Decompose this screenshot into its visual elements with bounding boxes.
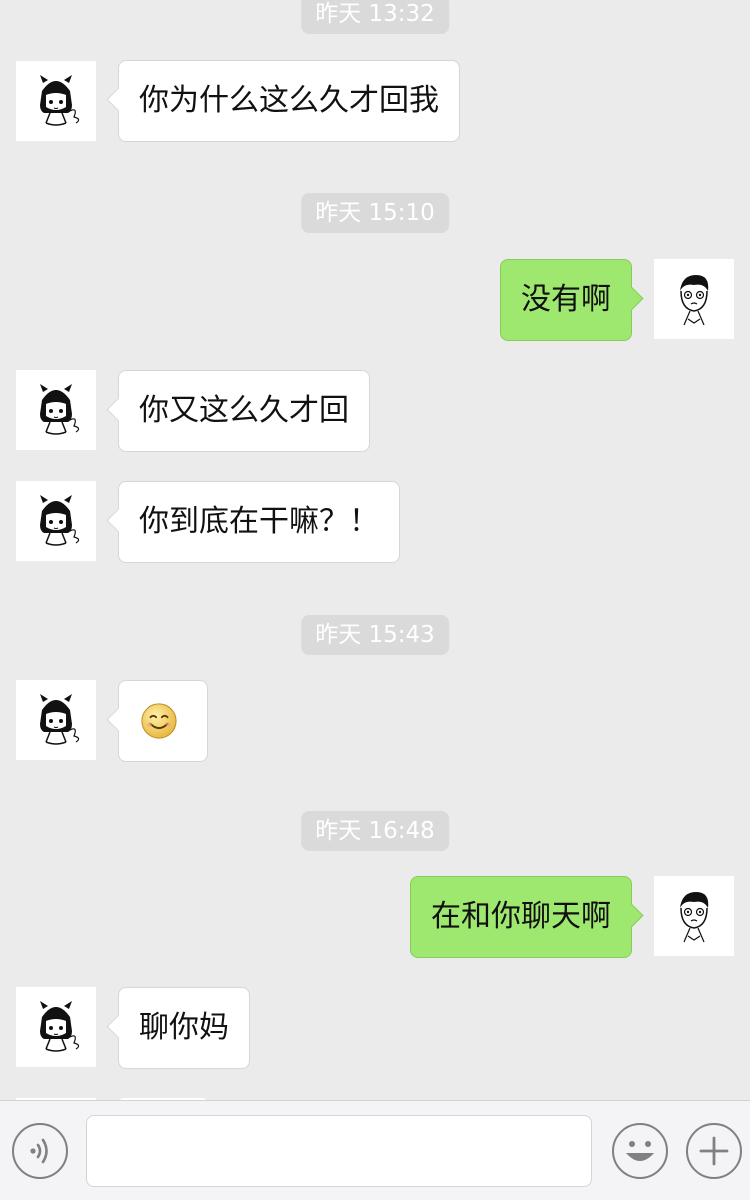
timestamp: 昨天 13:32 bbox=[301, 0, 449, 34]
outgoing-message-bubble[interactable]: 在和你聊天啊 bbox=[410, 876, 632, 958]
boy-avatar-icon bbox=[654, 876, 734, 956]
incoming-message-bubble[interactable]: 你又这么久才回 bbox=[118, 370, 370, 452]
girl-avatar-icon bbox=[16, 481, 96, 561]
my-avatar[interactable] bbox=[654, 876, 734, 956]
girl-avatar-icon bbox=[16, 61, 96, 141]
message-input[interactable] bbox=[86, 1115, 592, 1187]
timestamp: 昨天 15:43 bbox=[301, 615, 449, 655]
voice-button[interactable] bbox=[12, 1123, 68, 1179]
contact-avatar[interactable] bbox=[16, 680, 96, 760]
incoming-message-bubble[interactable]: 你为什么这么久才回我 bbox=[118, 60, 460, 142]
girl-avatar-icon bbox=[16, 370, 96, 450]
contact-avatar[interactable] bbox=[16, 370, 96, 450]
emoji-button[interactable] bbox=[612, 1123, 668, 1179]
plus-icon bbox=[699, 1136, 729, 1166]
girl-avatar-icon bbox=[16, 680, 96, 760]
timestamp: 昨天 15:10 bbox=[301, 193, 449, 233]
emoji-face-icon bbox=[626, 1141, 654, 1161]
girl-avatar-icon bbox=[16, 987, 96, 1067]
outgoing-message-bubble[interactable]: 没有啊 bbox=[500, 259, 632, 341]
timestamp: 昨天 16:48 bbox=[301, 811, 449, 851]
boy-avatar-icon bbox=[654, 259, 734, 339]
contact-avatar[interactable] bbox=[16, 987, 96, 1067]
voice-icon bbox=[30, 1138, 48, 1164]
chat-message-list[interactable]: 昨天 13:32 你为什么这么久才回我 昨天 15:10 没有啊 你又这么久才回… bbox=[0, 0, 750, 1100]
contact-avatar[interactable] bbox=[16, 481, 96, 561]
my-avatar[interactable] bbox=[654, 259, 734, 339]
incoming-emoji-bubble[interactable] bbox=[118, 680, 208, 762]
incoming-message-bubble[interactable]: 你到底在干嘛？！ bbox=[118, 481, 400, 563]
smile-emoji-icon bbox=[140, 702, 178, 740]
incoming-message-bubble[interactable]: 聊你妈 bbox=[118, 987, 250, 1069]
contact-avatar[interactable] bbox=[16, 61, 96, 141]
more-options-button[interactable] bbox=[686, 1123, 742, 1179]
chat-input-bar bbox=[0, 1100, 750, 1200]
